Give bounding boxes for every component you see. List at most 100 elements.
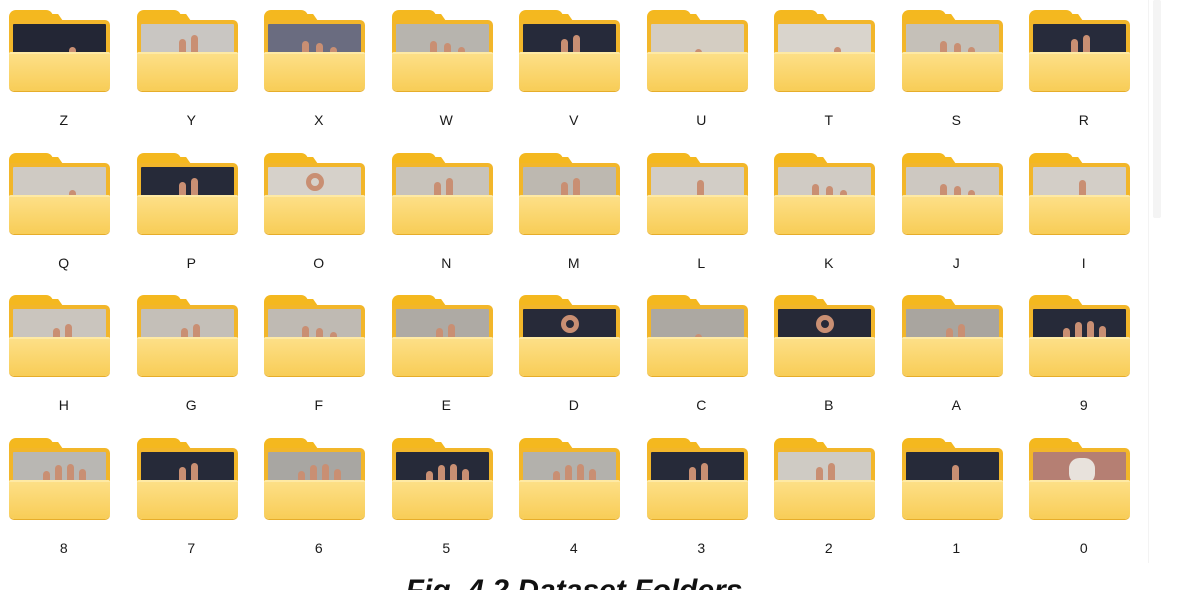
folder-icon xyxy=(901,10,1003,91)
folder-name-label: Q xyxy=(58,254,70,271)
folder-name-label: K xyxy=(824,254,834,271)
folder-name-label: E xyxy=(441,397,451,413)
folder-item[interactable]: M xyxy=(510,143,638,286)
folder-name-label: N xyxy=(441,254,452,271)
folder-icon xyxy=(901,152,1003,234)
folder-item[interactable]: G xyxy=(128,285,256,428)
folder-item[interactable]: O xyxy=(255,143,383,286)
folder-name-label: X xyxy=(314,112,324,128)
folder-item[interactable]: Z xyxy=(0,0,128,143)
folder-item[interactable]: J xyxy=(893,143,1021,286)
folder-item[interactable]: R xyxy=(1020,0,1148,143)
folder-item[interactable]: 9 xyxy=(1020,285,1148,428)
folder-icon xyxy=(9,295,110,376)
folder-name-label: 5 xyxy=(442,539,451,556)
folder-item[interactable]: 4 xyxy=(510,428,638,571)
folder-item[interactable]: 7 xyxy=(128,428,256,571)
folder-item[interactable]: K xyxy=(765,143,893,286)
folder-name-label: L xyxy=(697,254,706,271)
folder-item[interactable]: 1 xyxy=(893,428,1021,571)
folder-icon xyxy=(646,10,748,91)
folder-item[interactable]: P xyxy=(128,143,256,286)
folder-name-label: R xyxy=(1078,112,1089,128)
folder-item[interactable]: H xyxy=(0,285,128,428)
folder-icon xyxy=(774,152,875,234)
folder-item[interactable]: 6 xyxy=(255,428,383,571)
folder-item[interactable]: 3 xyxy=(638,428,766,571)
folder-item[interactable]: 2 xyxy=(765,428,893,571)
folder-name-label: A xyxy=(951,397,961,413)
folder-item[interactable]: I xyxy=(1020,143,1148,286)
folder-name-label: O xyxy=(313,254,325,271)
folder-name-label: 8 xyxy=(59,539,68,556)
folder-item[interactable]: T xyxy=(765,0,893,143)
folder-icon xyxy=(1029,10,1130,91)
folder-name-label: M xyxy=(567,254,580,271)
folder-item[interactable]: W xyxy=(383,0,511,143)
scrollbar-thumb[interactable] xyxy=(1153,0,1161,218)
folder-icon xyxy=(9,152,110,234)
folder-name-label: Z xyxy=(59,112,69,128)
folder-name-label: I xyxy=(1081,254,1086,271)
folder-item[interactable]: U xyxy=(638,0,766,143)
folder-icon xyxy=(519,295,620,376)
folder-icon xyxy=(136,10,238,91)
folder-item[interactable]: Y xyxy=(128,0,256,143)
folder-item[interactable]: 0 xyxy=(1020,428,1148,571)
folder-icon xyxy=(391,437,493,519)
folder-icon xyxy=(1029,295,1130,376)
folder-name-label: 0 xyxy=(1079,539,1088,556)
folder-icon xyxy=(1029,152,1130,234)
folder-icon xyxy=(264,152,365,234)
folder-name-label: 9 xyxy=(1079,397,1088,413)
folder-icon xyxy=(391,10,493,91)
folder-item[interactable]: A xyxy=(893,285,1021,428)
folder-item[interactable]: F xyxy=(255,285,383,428)
folder-item[interactable]: N xyxy=(383,143,511,286)
folder-icon xyxy=(901,295,1003,376)
folder-icon xyxy=(136,152,238,234)
folder-name-label: V xyxy=(569,112,579,128)
folder-name-label: 6 xyxy=(314,539,323,556)
folder-item[interactable]: 5 xyxy=(383,428,511,571)
folder-name-label: Y xyxy=(186,112,196,128)
folder-name-label: 7 xyxy=(187,539,196,556)
folder-name-label: D xyxy=(568,397,579,413)
folder-icon xyxy=(264,437,365,519)
folder-item[interactable]: D xyxy=(510,285,638,428)
folder-icon xyxy=(136,437,238,519)
folder-name-label: 3 xyxy=(697,539,706,556)
folder-icon xyxy=(9,437,110,519)
folder-name-label: P xyxy=(186,254,196,271)
folder-icon xyxy=(264,10,365,91)
folder-icon xyxy=(519,10,620,91)
file-explorer-view: Z Y X W V U T S R Q P O N M L K J I H G F E D C B A 9 8 7 6 5 4 3 2 1 0 xyxy=(0,0,1148,563)
folder-item[interactable]: E xyxy=(383,285,511,428)
folder-icon xyxy=(646,437,748,519)
folder-icon xyxy=(9,10,110,91)
folder-icon xyxy=(774,437,875,519)
folder-name-label: G xyxy=(185,397,197,413)
folder-icon xyxy=(774,10,875,91)
folder-icon xyxy=(519,152,620,234)
folder-item[interactable]: Q xyxy=(0,143,128,286)
folder-icon xyxy=(136,295,238,376)
folder-name-label: 1 xyxy=(952,539,961,556)
folder-icon xyxy=(391,295,493,376)
figure-caption-text: Fig. 4.2 Dataset Folders xyxy=(0,576,1148,590)
folder-name-label: H xyxy=(58,397,69,413)
folder-item[interactable]: L xyxy=(638,143,766,286)
folder-item[interactable]: X xyxy=(255,0,383,143)
folder-name-label: 4 xyxy=(569,539,578,556)
folder-name-label: 2 xyxy=(824,539,833,556)
folder-name-label: S xyxy=(951,112,961,128)
folder-icon xyxy=(519,437,620,519)
folder-grid: Z Y X W V U T S R Q P O N M L K J I H G F E D C B A 9 8 7 6 5 4 3 2 1 0 xyxy=(0,0,1148,570)
folder-item[interactable]: V xyxy=(510,0,638,143)
folder-name-label: W xyxy=(439,112,453,128)
folder-item[interactable]: C xyxy=(638,285,766,428)
folder-item[interactable]: B xyxy=(765,285,893,428)
folder-item[interactable]: 8 xyxy=(0,428,128,571)
folder-item[interactable]: S xyxy=(893,0,1021,143)
vertical-scrollbar[interactable] xyxy=(1148,0,1163,563)
